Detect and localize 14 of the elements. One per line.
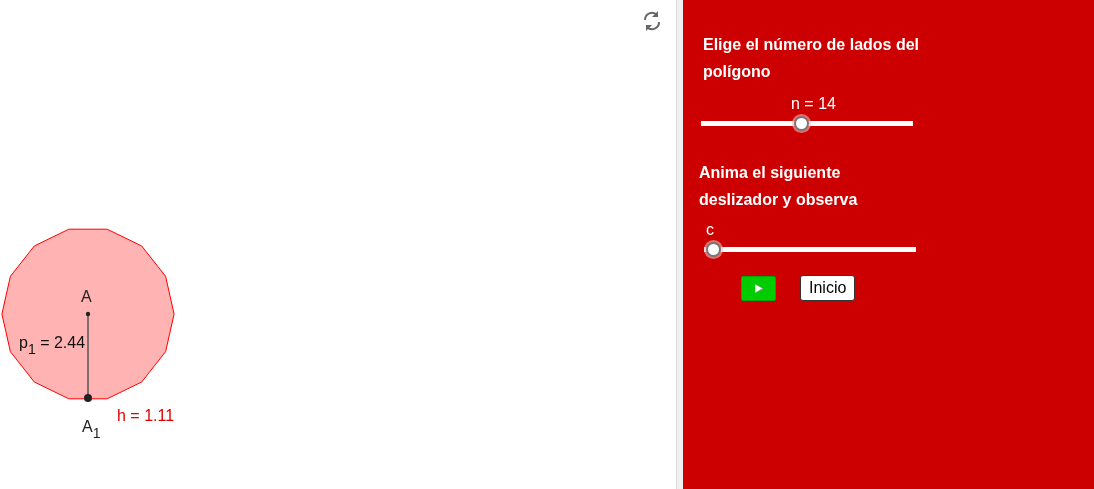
play-button[interactable] bbox=[741, 275, 776, 301]
play-icon bbox=[754, 283, 763, 293]
slider-label: n = 14 bbox=[791, 95, 836, 113]
point-label: A$_{1}$ bbox=[82, 418, 101, 436]
slider-thumb[interactable] bbox=[793, 116, 809, 131]
value-label: p$_{1}$ = 2.44 bbox=[19, 334, 86, 352]
slider-label: c bbox=[706, 221, 714, 239]
slider-thumb[interactable] bbox=[706, 242, 721, 257]
refresh-icon[interactable] bbox=[641, 10, 663, 32]
point-a1 bbox=[84, 394, 92, 402]
point-a bbox=[85, 311, 91, 317]
point-label: A bbox=[81, 288, 92, 306]
measure-label: h = 1.11 bbox=[117, 407, 175, 425]
start-button[interactable]: Inicio bbox=[800, 275, 856, 301]
